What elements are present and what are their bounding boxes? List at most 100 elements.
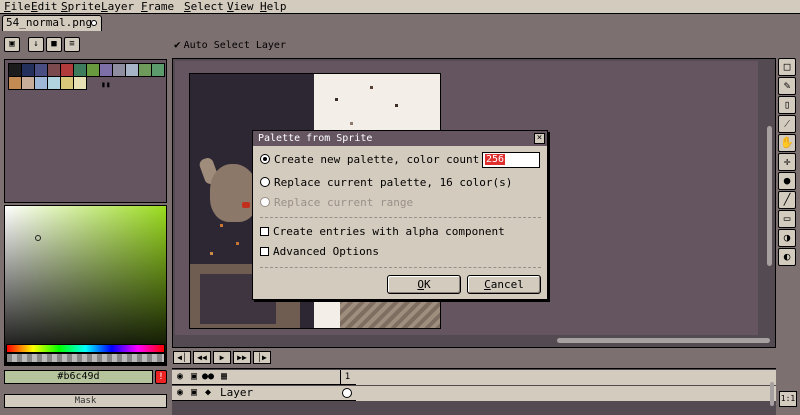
option-advanced[interactable]: Advanced Options <box>260 244 379 260</box>
previous-frame-icon[interactable]: ◀◀ <box>193 351 211 364</box>
zoom-button[interactable]: 1:1 <box>779 391 797 407</box>
next-frame-icon[interactable]: ▶▶ <box>233 351 251 364</box>
tab-document[interactable]: 54_normal.png <box>2 15 102 31</box>
eye-icon[interactable]: ◉ <box>174 386 186 400</box>
palette-swatch[interactable] <box>138 63 152 77</box>
color-count-input[interactable]: 256 <box>482 152 540 168</box>
auto-select-layer[interactable]: ✔ Auto Select Layer <box>174 37 286 53</box>
option-alpha[interactable]: Create entries with alpha component <box>260 224 505 240</box>
menu-bar: File Edit Sprite Layer Frame Select View… <box>0 0 800 14</box>
alpha-slider[interactable] <box>6 353 165 363</box>
checkbox-icon[interactable] <box>260 227 269 236</box>
palette-swatch[interactable] <box>34 76 48 90</box>
color-count-value: 256 <box>485 154 506 165</box>
dialog-title: Palette from Sprite <box>253 131 547 146</box>
auto-select-label: Auto Select Layer <box>183 40 286 51</box>
sprite-pixel <box>236 242 239 245</box>
radio-icon[interactable] <box>260 154 270 164</box>
hand-icon[interactable]: ✋ <box>778 134 796 152</box>
palette-swatch[interactable] <box>73 63 87 77</box>
marquee-icon[interactable]: □ <box>778 58 796 76</box>
continuous-icon[interactable]: ◆ <box>202 386 214 400</box>
close-icon[interactable]: × <box>534 133 545 144</box>
palette-menu-icon[interactable]: ≡ <box>64 37 80 52</box>
first-frame-icon[interactable]: ◀│ <box>173 351 191 364</box>
option-replace-palette[interactable]: Replace current palette, 16 color(s) <box>260 175 512 191</box>
menu-sprite[interactable]: Sprite <box>61 0 101 14</box>
continuous-icon[interactable]: ●● <box>202 370 214 384</box>
menu-help[interactable]: Help <box>260 0 287 14</box>
paint-bucket-icon[interactable]: ● <box>778 172 796 190</box>
option-replace-range-label: Replace current range <box>274 196 414 209</box>
ok-button[interactable]: OK <box>387 275 461 294</box>
frame-number[interactable]: 1 <box>340 370 354 384</box>
warning-icon[interactable]: ! <box>155 370 167 384</box>
menu-layer[interactable]: Layer <box>101 0 134 14</box>
layer-name[interactable]: Layer <box>220 386 340 400</box>
layer-row[interactable]: ◉ ▣ ◆ Layer <box>172 386 776 401</box>
rectangle-icon[interactable]: ▭ <box>778 210 796 228</box>
last-frame-icon[interactable]: │▶ <box>253 351 271 364</box>
timeline-scrollbar[interactable] <box>770 382 774 406</box>
palette-swatch[interactable] <box>21 76 35 90</box>
vertical-scrollbar[interactable] <box>767 126 772 266</box>
palette-swatch[interactable] <box>99 63 113 77</box>
move-icon[interactable]: ✛ <box>778 153 796 171</box>
palette-sort-icon[interactable]: ■ <box>46 37 62 52</box>
palette-swatch[interactable] <box>34 63 48 77</box>
separator <box>260 267 541 268</box>
menu-select[interactable]: Select <box>184 0 224 14</box>
blur-icon[interactable]: ◐ <box>778 248 796 266</box>
lock-icon[interactable]: ▣ <box>188 386 200 400</box>
palette-swatch[interactable] <box>112 63 126 77</box>
palette-swatch[interactable] <box>60 76 74 90</box>
color-picker[interactable] <box>4 205 167 366</box>
lock-icon[interactable]: ▣ <box>188 370 200 384</box>
palette-swatch[interactable] <box>86 63 100 77</box>
palette-swatch[interactable] <box>125 63 139 77</box>
sprite-pixel <box>220 224 223 227</box>
palette-swatch[interactable] <box>21 63 35 77</box>
palette-end-icon: ▮▮ <box>101 80 111 89</box>
checkbox-icon[interactable] <box>260 247 269 256</box>
palette-swatch[interactable] <box>47 76 61 90</box>
palette-swatch[interactable] <box>73 76 87 90</box>
palette-swatch[interactable] <box>151 63 165 77</box>
timeline: ◉ ▣ ●● ▦ 1 ◉ ▣ ◆ Layer <box>172 368 776 415</box>
cel-icon[interactable] <box>342 388 352 398</box>
sprite-eye <box>242 202 250 208</box>
mask-color-bar[interactable]: Mask <box>4 394 167 408</box>
onion-skin-icon[interactable]: ▦ <box>218 370 230 384</box>
pencil-icon[interactable]: ✎ <box>778 77 796 95</box>
menu-edit[interactable]: Edit <box>31 0 58 14</box>
picker-cursor[interactable] <box>35 235 41 241</box>
horizontal-scrollbar[interactable] <box>557 338 770 343</box>
menu-file[interactable]: File <box>4 0 31 14</box>
radio-icon[interactable] <box>260 177 270 187</box>
menu-frame[interactable]: Frame <box>141 0 174 14</box>
eye-icon[interactable]: ◉ <box>174 370 186 384</box>
menu-view[interactable]: View <box>227 0 254 14</box>
option-advanced-label: Advanced Options <box>273 245 379 258</box>
checkmark-icon: ✔ <box>174 38 181 51</box>
close-icon[interactable] <box>91 20 97 26</box>
sprite-pixel <box>395 104 398 107</box>
hue-slider[interactable] <box>6 344 165 353</box>
contour-icon[interactable]: ◑ <box>778 229 796 247</box>
play-icon[interactable]: ▶ <box>213 351 231 364</box>
separator <box>260 217 541 218</box>
eyedropper-icon[interactable]: ⁄ <box>778 115 796 133</box>
cancel-button[interactable]: Cancel <box>467 275 541 294</box>
foreground-color-bar[interactable]: #b6c49d <box>4 370 153 384</box>
tab-label: 54_normal.png <box>6 16 93 29</box>
line-icon[interactable]: ╱ <box>778 191 796 209</box>
sprite-head <box>210 164 258 222</box>
palette-swatch[interactable] <box>8 76 22 90</box>
eraser-icon[interactable]: ▯ <box>778 96 796 114</box>
palette-swatch[interactable] <box>8 63 22 77</box>
lock-icon[interactable]: ▣ <box>4 37 20 52</box>
palette-swatch[interactable] <box>60 63 74 77</box>
sprite-pixel <box>210 252 213 255</box>
palette-options-icon[interactable]: ↓ <box>28 37 44 52</box>
palette-swatch[interactable] <box>47 63 61 77</box>
